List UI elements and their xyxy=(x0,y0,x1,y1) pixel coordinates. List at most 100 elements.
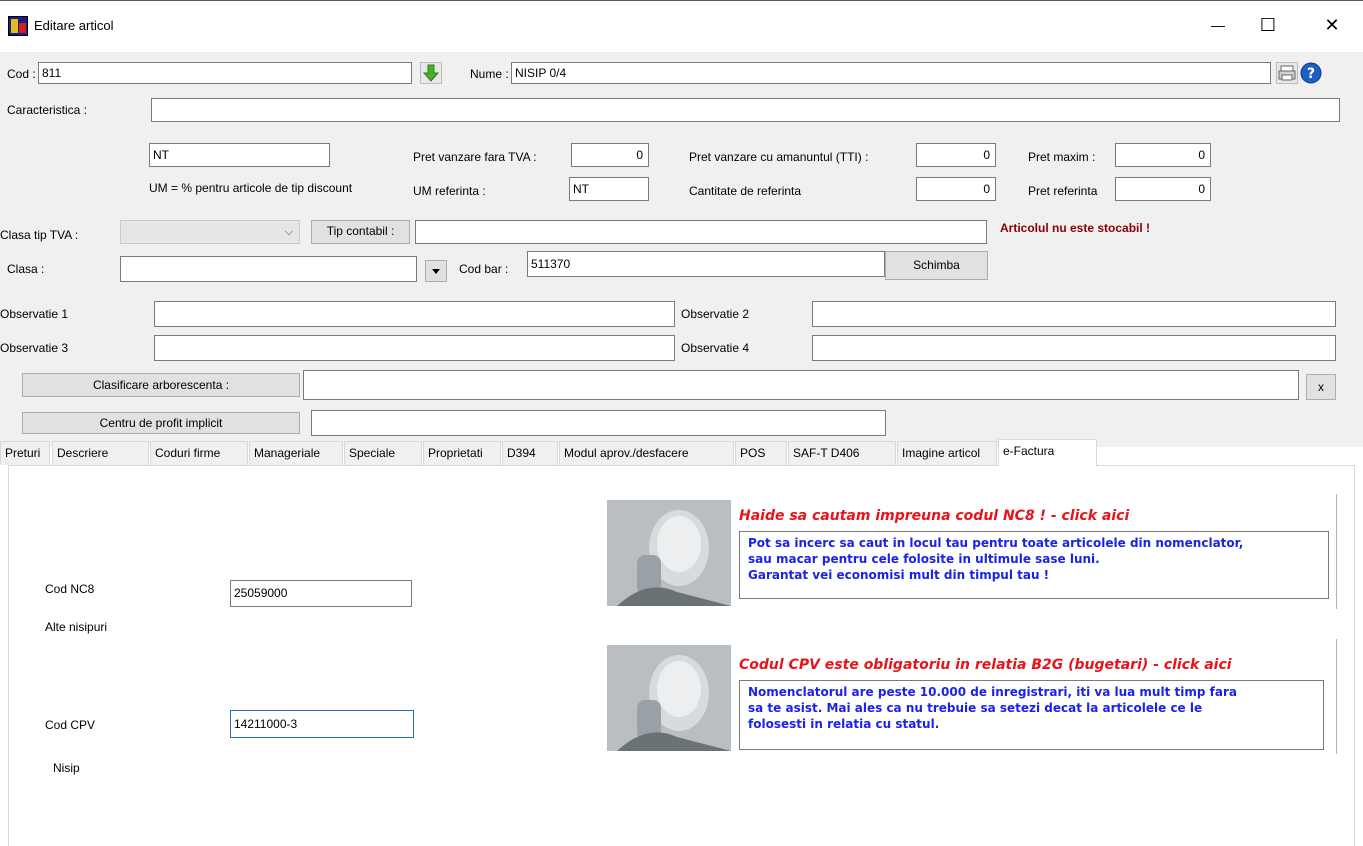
nume-input[interactable]: NISIP 0/4 xyxy=(511,62,1271,84)
tab-label: Coduri firme xyxy=(155,446,221,460)
tab-label: POS xyxy=(740,446,766,460)
robot-image xyxy=(607,645,731,751)
promo-line: sau macar pentru cele folosite in ultimu… xyxy=(748,552,1100,566)
tab-label: Speciale xyxy=(349,446,396,460)
pret-fara-tva-input[interactable]: 0 xyxy=(571,143,649,167)
um-input[interactable]: NT xyxy=(149,143,330,167)
cantitate-ref-input[interactable]: 0 xyxy=(916,177,996,201)
tab-preturi[interactable]: Preturi xyxy=(0,441,50,465)
cpv-promo-panel[interactable]: Codul CPV este obligatoriu in relatia B2… xyxy=(606,639,1337,754)
cpv-promo-title[interactable]: Codul CPV este obligatoriu in relatia B2… xyxy=(739,657,1232,673)
pret-maxim-input[interactable]: 0 xyxy=(1115,143,1211,167)
um-referinta-input[interactable]: NT xyxy=(569,177,649,201)
tab-proprietati[interactable]: Proprietati xyxy=(423,441,501,465)
tab-modul-aprov[interactable]: Modul aprov./desfacere xyxy=(559,441,734,465)
tab-manageriale[interactable]: Manageriale xyxy=(249,441,343,465)
tab-label: Preturi xyxy=(5,446,41,460)
tab-descriere[interactable]: Descriere xyxy=(52,441,149,465)
tip-contabil-input[interactable] xyxy=(415,220,987,244)
clasa-tva-select[interactable]: ⌵ xyxy=(120,220,300,244)
cod-input[interactable]: 811 xyxy=(38,62,412,84)
pret-maxim-label: Pret maxim : xyxy=(1028,150,1096,164)
tab-coduri-firme[interactable]: Coduri firme xyxy=(150,441,248,465)
nc8-promo-text: Pot sa incerc sa caut in locul tau pentr… xyxy=(739,531,1329,599)
cod-bar-label: Cod bar : xyxy=(459,262,509,276)
nc8-description: Alte nisipuri xyxy=(45,620,108,634)
clasificare-button[interactable]: Clasificare arborescenta : xyxy=(22,373,300,397)
tab-d394[interactable]: D394 xyxy=(502,441,558,465)
promo-line: Nomenclatorul are peste 10.000 de inregi… xyxy=(748,685,1237,699)
tab-e-factura[interactable]: e-Factura xyxy=(998,439,1097,466)
nc8-label: Cod NC8 xyxy=(45,582,95,596)
obs4-label: Observatie 4 xyxy=(681,341,750,355)
clasa-tva-label: Clasa tip TVA : xyxy=(0,228,79,242)
close-button[interactable]: ✕ xyxy=(1320,14,1344,38)
clasa-input[interactable] xyxy=(120,256,417,282)
clear-label: x xyxy=(1318,380,1324,394)
tab-label: Proprietati xyxy=(428,446,483,460)
nc8-promo-title[interactable]: Haide sa cautam impreuna codul NC8 ! - c… xyxy=(739,508,1129,524)
obs3-input[interactable] xyxy=(154,335,675,361)
tab-saft-d406[interactable]: SAF-T D406 xyxy=(788,441,896,465)
cod-bar-input[interactable]: 511370 xyxy=(527,251,885,277)
title-bar: Editare articol — ☐ ✕ xyxy=(0,0,1363,52)
maximize-button[interactable]: ☐ xyxy=(1256,14,1280,38)
cod-label: Cod : xyxy=(7,67,36,81)
caracteristica-input[interactable] xyxy=(151,98,1340,122)
tab-label: D394 xyxy=(507,446,536,460)
stocabil-warning: Articolul nu este stocabil ! xyxy=(1000,221,1151,235)
pret-fara-tva-label: Pret vanzare fara TVA : xyxy=(413,150,537,164)
tab-speciale[interactable]: Speciale xyxy=(344,441,422,465)
printer-icon[interactable] xyxy=(1276,62,1298,84)
tip-contabil-label: Tip contabil : xyxy=(326,224,395,238)
robot-image xyxy=(607,500,731,606)
promo-line: folosesti in relatia cu statul. xyxy=(748,717,940,731)
obs1-input[interactable] xyxy=(154,301,675,327)
pret-referinta-input[interactable]: 0 xyxy=(1115,177,1211,201)
obs4-input[interactable] xyxy=(812,335,1336,361)
schimba-button[interactable]: Schimba xyxy=(885,251,988,280)
clasa-dropdown-button[interactable] xyxy=(425,260,447,282)
tip-contabil-button[interactable]: Tip contabil : xyxy=(311,220,410,244)
cantitate-ref-label: Cantitate de referinta xyxy=(689,184,802,198)
help-icon[interactable]: ? xyxy=(1300,62,1322,84)
cpv-description: Nisip xyxy=(53,761,80,775)
cpv-label: Cod CPV xyxy=(45,718,96,732)
cpv-input[interactable]: 14211000-3 xyxy=(230,710,414,738)
svg-text:?: ? xyxy=(1307,66,1315,82)
cpv-promo-text: Nomenclatorul are peste 10.000 de inregi… xyxy=(739,680,1324,750)
centru-profit-label: Centru de profit implicit xyxy=(99,416,223,430)
tab-label: Imagine articol xyxy=(902,446,981,460)
promo-line: sa te asist. Mai ales ca nu trebuie sa s… xyxy=(748,701,1203,715)
tab-imagine-articol[interactable]: Imagine articol xyxy=(897,441,997,465)
arrow-down-icon[interactable] xyxy=(420,62,442,84)
nc8-promo-panel[interactable]: Haide sa cautam impreuna codul NC8 ! - c… xyxy=(606,494,1337,609)
obs1-label: Observatie 1 xyxy=(0,307,69,321)
schimba-label: Schimba xyxy=(913,258,960,272)
obs2-input[interactable] xyxy=(812,301,1336,327)
promo-line: Garantat vei economisi mult din timpul t… xyxy=(748,568,1050,582)
app-icon xyxy=(8,16,28,36)
caracteristica-label: Caracteristica : xyxy=(7,103,88,117)
clasificare-label: Clasificare arborescenta : xyxy=(92,378,230,392)
clear-clasificare-button[interactable]: x xyxy=(1306,374,1336,400)
tab-pos[interactable]: POS xyxy=(735,441,787,465)
window-title: Editare articol xyxy=(34,18,114,33)
clasificare-input[interactable] xyxy=(303,370,1299,400)
nc8-input[interactable]: 25059000 xyxy=(230,580,412,607)
chevron-down-icon: ⌵ xyxy=(284,226,293,238)
um-note: UM = % pentru articole de tip discount xyxy=(149,181,353,195)
centru-profit-button[interactable]: Centru de profit implicit xyxy=(22,412,300,434)
centru-profit-input[interactable] xyxy=(311,410,886,436)
tab-label: Descriere xyxy=(57,446,109,460)
minimize-button[interactable]: — xyxy=(1206,14,1230,38)
obs3-label: Observatie 3 xyxy=(0,341,69,355)
clasa-label: Clasa : xyxy=(7,262,45,276)
tab-label: e-Factura xyxy=(1003,444,1055,458)
um-referinta-label: UM referinta : xyxy=(413,184,486,198)
nume-label: Nume : xyxy=(470,67,509,81)
tab-label: Manageriale xyxy=(254,446,321,460)
pret-amanuntul-input[interactable]: 0 xyxy=(916,143,996,167)
obs2-label: Observatie 2 xyxy=(681,307,750,321)
tab-label: Modul aprov./desfacere xyxy=(564,446,689,460)
